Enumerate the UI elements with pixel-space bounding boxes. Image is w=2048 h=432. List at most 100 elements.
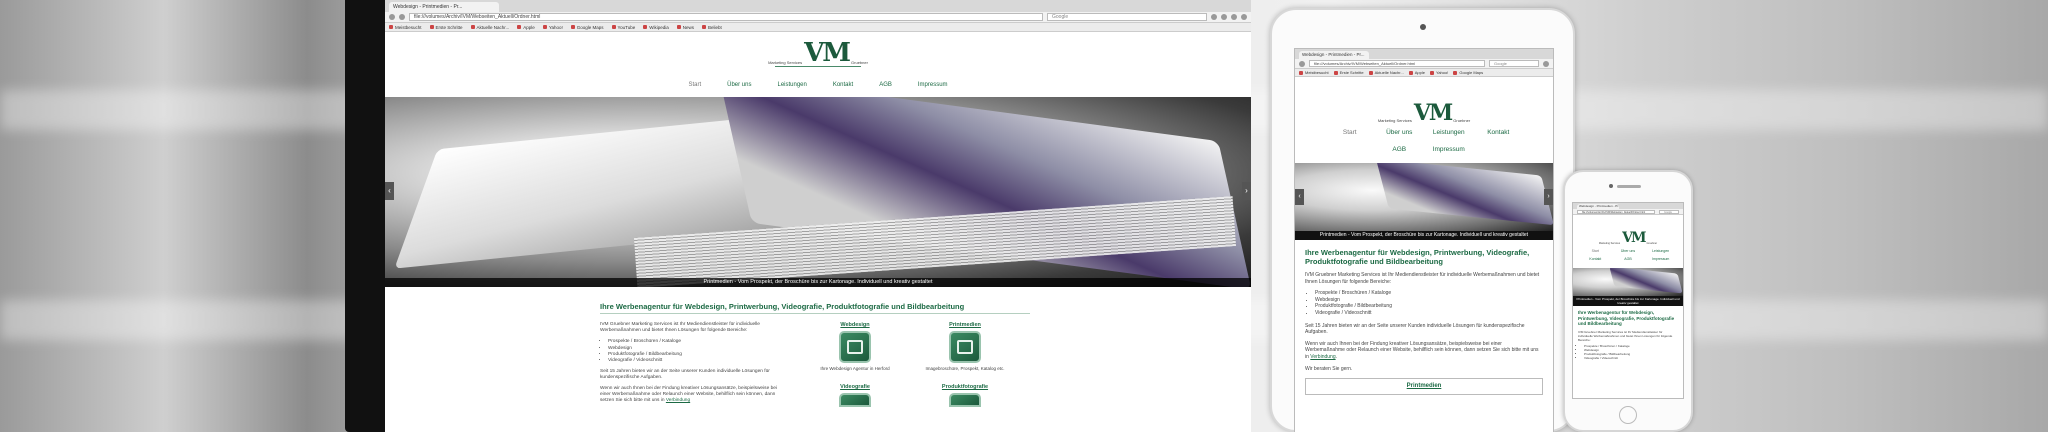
contact-link[interactable]: Verbindung [666, 398, 690, 403]
nav-ueber-uns[interactable]: Über uns [727, 82, 751, 88]
address-bar[interactable]: file:///volumes/Archiv/IVM/Webseiten_Akt… [409, 13, 1043, 21]
home-button[interactable] [1619, 406, 1637, 424]
bookmark-icon[interactable] [1211, 14, 1217, 20]
site-logo[interactable]: Marketing Services VM Gruebner [1295, 83, 1553, 126]
list-item: Prospekte / Broschüren / Kataloge [1315, 290, 1543, 297]
film-icon[interactable] [839, 393, 871, 408]
intro-paragraph: IVM Gruebner Marketing Services ist Ihr … [600, 322, 760, 334]
hero-slider: ‹ › Printmedien - Vom Prospekt, der Bros… [385, 97, 1251, 287]
forward-icon[interactable] [399, 14, 405, 20]
nav-ueber-uns[interactable]: Über uns [1375, 129, 1425, 136]
nav-kontakt[interactable]: Kontakt [1579, 257, 1612, 261]
nav-kontakt[interactable]: Kontakt [833, 82, 853, 88]
nav-leistungen[interactable]: Leistungen [777, 82, 806, 88]
bookmark-item[interactable]: News [677, 25, 694, 30]
logo-mark: VM [1413, 100, 1453, 126]
bookmark-item[interactable]: Wikipedia [643, 25, 669, 30]
service-label[interactable]: Printmedien [949, 322, 981, 328]
contact-link[interactable]: Verbindung [1310, 354, 1335, 360]
service-label[interactable]: Produktfotografie [942, 384, 988, 390]
camera-icon[interactable] [949, 393, 981, 408]
service-list: Prospekte / Broschüren / Kataloge Webdes… [1584, 344, 1678, 360]
phone-screen: Webdesign - Printmedien - Pr... file:///… [1572, 202, 1684, 399]
address-bar[interactable]: file:///volumes/Archiv/IVM/Webseiten_Akt… [1577, 209, 1655, 214]
service-label[interactable]: Videografie [840, 384, 870, 390]
nav-impressum[interactable]: Impressum [918, 82, 948, 88]
hero-slider [1573, 268, 1683, 296]
bookmark-item[interactable]: Aktuelle Nachr... [471, 25, 510, 30]
address-bar[interactable]: file:///volumes/Archiv/IVM/Webseiten_Akt… [1309, 60, 1485, 67]
paragraph: Wenn wir auch Ihnen bei der Findung krea… [1305, 340, 1539, 360]
service-card-printmedien[interactable]: Printmedien [1305, 378, 1543, 395]
phone-camera [1609, 184, 1613, 188]
monitor-icon[interactable] [839, 331, 871, 363]
slider-prev-button[interactable]: ‹ [385, 182, 394, 200]
nav-start[interactable]: Start [688, 82, 701, 88]
hero-slider: ‹ › [1295, 163, 1553, 231]
bookmark-item[interactable]: Aktuelle Nachr... [1369, 70, 1404, 75]
nav-leistungen[interactable]: Leistungen [1424, 129, 1474, 136]
search-input[interactable]: Google [1489, 60, 1539, 67]
slider-next-button[interactable]: › [1242, 182, 1251, 200]
service-list: Prospekte / Broschüren / Kataloge Webdes… [1315, 290, 1543, 316]
service-card-videografie[interactable]: Videografie [800, 384, 910, 408]
site-logo[interactable]: Marketing Services VM Gruebner [768, 40, 868, 66]
bookmark-item[interactable]: Apple [1409, 70, 1425, 75]
nav-start[interactable]: Start [1579, 249, 1612, 253]
slider-prev-button[interactable]: ‹ [1295, 189, 1304, 205]
nav-ueber-uns[interactable]: Über uns [1612, 249, 1645, 253]
nav-kontakt[interactable]: Kontakt [1474, 129, 1524, 136]
bookmark-item[interactable]: Yahoo! [1430, 70, 1448, 75]
nav-agb[interactable]: AGB [879, 82, 892, 88]
bookmark-item[interactable]: Yahoo! [543, 25, 563, 30]
main-nav: Start Über uns Leistungen Kontakt AGB Im… [1295, 123, 1553, 159]
menu-icon[interactable] [1543, 60, 1549, 67]
browser-tab[interactable]: Webdesign - Printmedien - Pr... [389, 2, 499, 12]
service-label[interactable]: Printmedien [1407, 383, 1442, 389]
page-heading: Ihre Werbenagentur für Webdesign, Printw… [1305, 248, 1530, 266]
bookmark-item[interactable]: Erste Schritte [430, 25, 463, 30]
back-icon[interactable] [1299, 60, 1305, 67]
bookmark-item[interactable]: Google Maps [1453, 70, 1483, 75]
nav-impressum[interactable]: Impressum [1424, 146, 1474, 153]
bookmark-item[interactable]: Meistbesucht [1299, 70, 1329, 75]
nav-leistungen[interactable]: Leistungen [1644, 249, 1677, 253]
service-card-webdesign[interactable]: Webdesign Ihre Webdesign Agentur in Herf… [800, 322, 910, 372]
back-icon[interactable] [389, 14, 395, 20]
bookmark-item[interactable]: YouTube [612, 25, 636, 30]
main-nav: Start Über uns Leistungen Kontakt AGB Im… [385, 76, 1251, 94]
slider-next-button[interactable]: › [1544, 189, 1553, 205]
service-card-produktfotografie[interactable]: Produktfotografie [910, 384, 1020, 408]
page-heading: Ihre Werbenagentur für Webdesign, Printw… [1578, 310, 1675, 326]
service-card-printmedien[interactable]: Printmedien Imagebroschüre, Prospekt, Ka… [910, 322, 1020, 372]
home-icon[interactable] [1231, 14, 1237, 20]
site-logo[interactable]: Marketing Services VM Gruebner [1573, 219, 1683, 245]
download-icon[interactable] [1221, 14, 1227, 20]
nav-agb[interactable]: AGB [1375, 146, 1425, 153]
service-label[interactable]: Webdesign [840, 322, 869, 328]
bookmark-item[interactable]: Apple [517, 25, 535, 30]
site-header: Marketing Services VM Gruebner [385, 32, 1251, 76]
bookmark-item[interactable]: Beliebt [702, 25, 722, 30]
nav-start[interactable]: Start [1325, 129, 1375, 136]
service-desc: Imagebroschüre, Prospekt, Katalog etc. [925, 366, 1005, 371]
bookmark-item[interactable]: Meistbesucht [389, 25, 422, 30]
search-input[interactable]: Google [1047, 13, 1207, 21]
search-input[interactable]: Google [1659, 209, 1679, 214]
bookmark-item[interactable]: Google Maps [571, 25, 604, 30]
browser-toolbar: file:///volumes/Archiv/IVM/Webseiten_Akt… [1295, 59, 1553, 69]
intro-paragraph: IVM Gruebner Marketing Services ist Ihr … [1578, 329, 1673, 342]
paragraph-text: Wenn wir auch Ihnen bei der Findung krea… [1305, 340, 1539, 360]
main-content: Ihre Werbenagentur für Webdesign, Printw… [1295, 240, 1553, 403]
hero-caption: Printmedien - Vom Prospekt, der Broschür… [1295, 231, 1553, 240]
nav-agb[interactable]: AGB [1612, 257, 1645, 261]
menu-icon[interactable] [1241, 14, 1247, 20]
nav-impressum[interactable]: Impressum [1644, 257, 1677, 261]
bookmark-item[interactable]: Erste Schritte [1334, 70, 1364, 75]
browser-tab[interactable]: Webdesign - Printmedien - Pr... [1577, 204, 1619, 209]
paragraph: Seit 15 Jahren bieten wir an der Seite u… [1305, 322, 1525, 336]
book-icon[interactable] [949, 331, 981, 363]
intro-paragraph: IVM Gruebner Marketing Services ist Ihr … [1305, 272, 1540, 285]
tablet-device: Webdesign - Printmedien - Pr... file:///… [1270, 8, 1575, 432]
browser-tab[interactable]: Webdesign - Printmedien - Pr... [1299, 51, 1369, 59]
